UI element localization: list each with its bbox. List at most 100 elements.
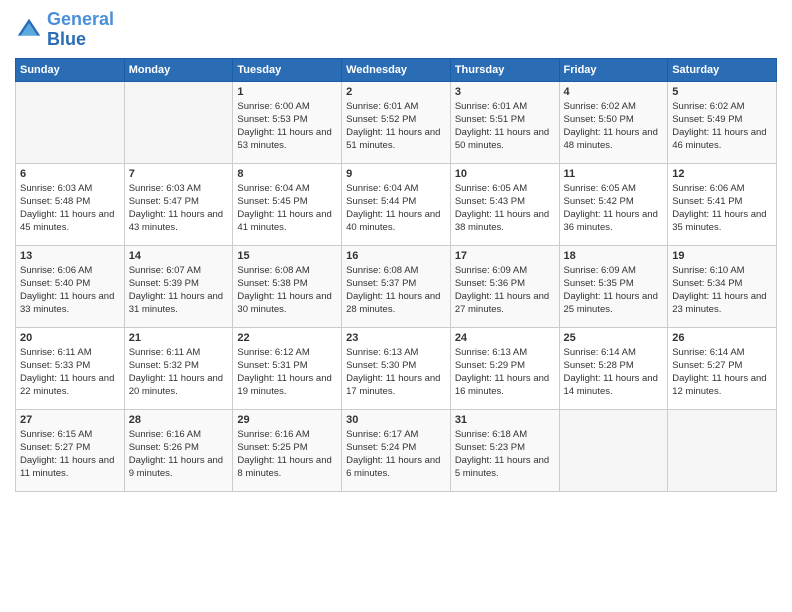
calendar-cell: 11Sunrise: 6:05 AMSunset: 5:42 PMDayligh…: [559, 163, 668, 245]
sunrise: Sunrise: 6:04 AM: [346, 183, 418, 194]
day-number: 2: [346, 85, 446, 100]
sunset: Sunset: 5:31 PM: [237, 360, 307, 371]
sunset: Sunset: 5:49 PM: [672, 114, 742, 125]
calendar-cell: 20Sunrise: 6:11 AMSunset: 5:33 PMDayligh…: [16, 327, 125, 409]
calendar-table: SundayMondayTuesdayWednesdayThursdayFrid…: [15, 58, 777, 492]
sunrise: Sunrise: 6:15 AM: [20, 429, 92, 440]
sunrise: Sunrise: 6:11 AM: [20, 347, 92, 358]
daylight: Daylight: 11 hours and 48 minutes.: [564, 127, 658, 151]
sunrise: Sunrise: 6:11 AM: [129, 347, 201, 358]
day-number: 27: [20, 413, 120, 428]
sunset: Sunset: 5:33 PM: [20, 360, 90, 371]
day-number: 9: [346, 167, 446, 182]
day-header-row: SundayMondayTuesdayWednesdayThursdayFrid…: [16, 58, 777, 81]
daylight: Daylight: 11 hours and 11 minutes.: [20, 455, 114, 479]
daylight: Daylight: 11 hours and 46 minutes.: [672, 127, 766, 151]
sunset: Sunset: 5:44 PM: [346, 196, 416, 207]
day-number: 5: [672, 85, 772, 100]
daylight: Daylight: 11 hours and 36 minutes.: [564, 209, 658, 233]
calendar-cell: 2Sunrise: 6:01 AMSunset: 5:52 PMDaylight…: [342, 81, 451, 163]
sunset: Sunset: 5:47 PM: [129, 196, 199, 207]
daylight: Daylight: 11 hours and 9 minutes.: [129, 455, 223, 479]
sunrise: Sunrise: 6:14 AM: [564, 347, 636, 358]
week-row-4: 20Sunrise: 6:11 AMSunset: 5:33 PMDayligh…: [16, 327, 777, 409]
daylight: Daylight: 11 hours and 31 minutes.: [129, 291, 223, 315]
day-number: 14: [129, 249, 229, 264]
day-number: 17: [455, 249, 555, 264]
calendar-cell: 15Sunrise: 6:08 AM Sunset: 5:38 PM Dayligh…: [233, 245, 342, 327]
day-number: 8: [237, 167, 337, 182]
calendar-cell: [16, 81, 125, 163]
sunset: Sunset: 5:26 PM: [129, 442, 199, 453]
sunrise: Sunrise: 6:03 AM: [129, 183, 201, 194]
calendar-cell: [124, 81, 233, 163]
sunset: Sunset: 5:37 PM: [346, 278, 416, 289]
day-number: 19: [672, 249, 772, 264]
logo-icon: [15, 16, 43, 44]
daylight: Daylight: 11 hours and 45 minutes.: [20, 209, 114, 233]
day-number: 1: [237, 85, 337, 100]
sunrise: Sunrise: 6:12 AM: [237, 347, 309, 358]
sunset: Sunset: 5:25 PM: [237, 442, 307, 453]
day-number: 4: [564, 85, 664, 100]
week-row-5: 27Sunrise: 6:15 AM Sunset: 5:27 PM Dayligh…: [16, 409, 777, 491]
day-header-thursday: Thursday: [450, 58, 559, 81]
sunset: Sunset: 5:27 PM: [20, 442, 90, 453]
sunset: Sunset: 5:38 PM: [237, 278, 307, 289]
day-number: 24: [455, 331, 555, 346]
calendar-cell: 29Sunrise: 6:16 AMSunset: 5:25 PMDayligh…: [233, 409, 342, 491]
sunrise: Sunrise: 6:08 AM: [237, 265, 309, 276]
calendar-cell: [668, 409, 777, 491]
daylight: Daylight: 11 hours and 23 minutes.: [672, 291, 766, 315]
calendar-cell: 19Sunrise: 6:10 AMSunset: 5:34 PMDayligh…: [668, 245, 777, 327]
calendar-cell: 9Sunrise: 6:04 AMSunset: 5:44 PMDaylight…: [342, 163, 451, 245]
day-number: 25: [564, 331, 664, 346]
calendar-cell: 12Sunrise: 6:06 AMSunset: 5:41 PMDayligh…: [668, 163, 777, 245]
calendar-cell: 13Sunrise: 6:06 AMSunset: 5:40 PMDayligh…: [16, 245, 125, 327]
sunset: Sunset: 5:50 PM: [564, 114, 634, 125]
day-number: 13: [20, 249, 120, 264]
day-header-sunday: Sunday: [16, 58, 125, 81]
day-number: 20: [20, 331, 120, 346]
header: General Blue: [15, 10, 777, 50]
day-number: 6: [20, 167, 120, 182]
sunset: Sunset: 5:36 PM: [455, 278, 525, 289]
day-number: 30: [346, 413, 446, 428]
sunset: Sunset: 5:41 PM: [672, 196, 742, 207]
day-number: 18: [564, 249, 664, 264]
sunrise: Sunrise: 6:04 AM: [237, 183, 309, 194]
day-number: 28: [129, 413, 229, 428]
daylight: Daylight: 11 hours and 43 minutes.: [129, 209, 223, 233]
day-number: 7: [129, 167, 229, 182]
calendar-cell: 30Sunrise: 6:17 AMSunset: 5:24 PMDayligh…: [342, 409, 451, 491]
sunset: Sunset: 5:32 PM: [129, 360, 199, 371]
daylight: Daylight: 11 hours and 8 minutes.: [237, 455, 331, 479]
daylight: Daylight: 11 hours and 50 minutes.: [455, 127, 549, 151]
sunset: Sunset: 5:24 PM: [346, 442, 416, 453]
day-number: 11: [564, 167, 664, 182]
calendar-cell: 17Sunrise: 6:09 AMSunset: 5:36 PMDayligh…: [450, 245, 559, 327]
calendar-cell: 28Sunrise: 6:16 AMSunset: 5:26 PMDayligh…: [124, 409, 233, 491]
sunrise: Sunrise: 6:01 AM: [346, 101, 418, 112]
logo: General Blue: [15, 10, 114, 50]
sunset: Sunset: 5:51 PM: [455, 114, 525, 125]
day-number: 15: [237, 249, 337, 264]
sunrise: Sunrise: 6:03 AM: [20, 183, 92, 194]
daylight: Daylight: 11 hours and 25 minutes.: [564, 291, 658, 315]
day-header-saturday: Saturday: [668, 58, 777, 81]
sunset: Sunset: 5:39 PM: [129, 278, 199, 289]
daylight: Daylight: 11 hours and 30 minutes.: [237, 291, 331, 315]
sunset: Sunset: 5:53 PM: [237, 114, 307, 125]
week-row-1: 1Sunrise: 6:00 AMSunset: 5:53 PMDaylight…: [16, 81, 777, 163]
logo-text: General Blue: [47, 10, 114, 50]
week-row-2: 6Sunrise: 6:03 AMSunset: 5:48 PMDaylight…: [16, 163, 777, 245]
daylight: Daylight: 11 hours and 41 minutes.: [237, 209, 331, 233]
daylight: Daylight: 11 hours and 20 minutes.: [129, 373, 223, 397]
sunrise: Sunrise: 6:02 AM: [672, 101, 744, 112]
week-row-3: 13Sunrise: 6:06 AMSunset: 5:40 PMDayligh…: [16, 245, 777, 327]
calendar-cell: 7Sunrise: 6:03 AM Sunset: 5:47 PM Daylight…: [124, 163, 233, 245]
sunrise: Sunrise: 6:06 AM: [20, 265, 92, 276]
day-number: 12: [672, 167, 772, 182]
day-number: 31: [455, 413, 555, 428]
daylight: Daylight: 11 hours and 35 minutes.: [672, 209, 766, 233]
